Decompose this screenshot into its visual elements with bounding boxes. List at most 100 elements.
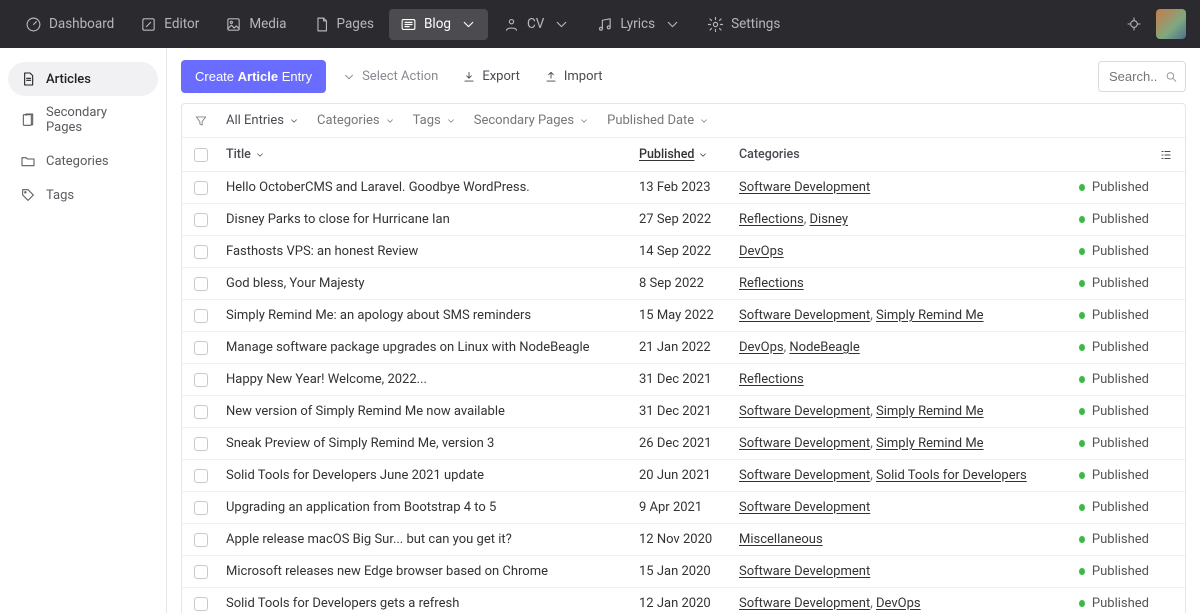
folder-icon — [20, 153, 36, 169]
table-row[interactable]: Disney Parks to close for Hurricane Ian2… — [182, 204, 1185, 236]
category-link[interactable]: DevOps — [739, 244, 784, 259]
filter-published-date[interactable]: Published Date — [607, 113, 709, 128]
select-all-checkbox[interactable] — [194, 148, 208, 162]
row-title[interactable]: Solid Tools for Developers June 2021 upd… — [218, 468, 639, 483]
row-checkbox[interactable] — [194, 181, 208, 195]
table-row[interactable]: Solid Tools for Developers gets a refres… — [182, 588, 1185, 613]
row-checkbox[interactable] — [194, 565, 208, 579]
sidebar-item-categories[interactable]: Categories — [8, 144, 158, 178]
table-row[interactable]: Fasthosts VPS: an honest Review14 Sep 20… — [182, 236, 1185, 268]
category-link[interactable]: NodeBeagle — [789, 340, 859, 355]
table-row[interactable]: Solid Tools for Developers June 2021 upd… — [182, 460, 1185, 492]
list-settings-icon[interactable] — [1159, 148, 1173, 162]
category-link[interactable]: Simply Remind Me — [876, 404, 984, 419]
category-link[interactable]: Simply Remind Me — [876, 436, 984, 451]
category-link[interactable]: Miscellaneous — [739, 532, 823, 547]
category-link[interactable]: Software Development — [739, 596, 870, 611]
row-checkbox[interactable] — [194, 245, 208, 259]
row-checkbox[interactable] — [194, 213, 208, 227]
row-checkbox[interactable] — [194, 405, 208, 419]
sidebar-label: Categories — [46, 154, 109, 169]
table-row[interactable]: Happy New Year! Welcome, 2022...31 Dec 2… — [182, 364, 1185, 396]
row-checkbox[interactable] — [194, 597, 208, 611]
row-title[interactable]: Disney Parks to close for Hurricane Ian — [218, 212, 639, 227]
row-title[interactable]: Happy New Year! Welcome, 2022... — [218, 372, 639, 387]
row-checkbox[interactable] — [194, 501, 208, 515]
table-row[interactable]: Microsoft releases new Edge browser base… — [182, 556, 1185, 588]
row-title[interactable]: Sneak Preview of Simply Remind Me, versi… — [218, 436, 639, 451]
chevron-down-icon — [553, 16, 570, 33]
header-title[interactable]: Title — [218, 147, 639, 162]
category-link[interactable]: DevOps — [876, 596, 921, 611]
table-row[interactable]: Hello OctoberCMS and Laravel. Goodbye Wo… — [182, 172, 1185, 204]
select-action-dropdown[interactable]: Select Action — [334, 63, 446, 90]
category-link[interactable]: DevOps — [739, 340, 784, 355]
row-title[interactable]: Solid Tools for Developers gets a refres… — [218, 596, 639, 611]
row-title[interactable]: Hello OctoberCMS and Laravel. Goodbye Wo… — [218, 180, 639, 195]
table-row[interactable]: New version of Simply Remind Me now avai… — [182, 396, 1185, 428]
category-link[interactable]: Reflections — [739, 212, 804, 227]
category-link[interactable]: Simply Remind Me — [876, 308, 984, 323]
nav-blog[interactable]: Blog — [389, 9, 488, 40]
nav-pages[interactable]: Pages — [302, 9, 386, 40]
export-button[interactable]: Export — [454, 63, 528, 90]
row-title[interactable]: Fasthosts VPS: an honest Review — [218, 244, 639, 259]
category-link[interactable]: Software Development — [739, 180, 870, 195]
header-published[interactable]: Published — [639, 147, 739, 162]
category-link[interactable]: Software Development — [739, 436, 870, 451]
gauge-icon — [25, 16, 42, 33]
nav-cv[interactable]: CV — [492, 9, 581, 40]
nav-media[interactable]: Media — [214, 9, 297, 40]
table-row[interactable]: Manage software package upgrades on Linu… — [182, 332, 1185, 364]
row-categories: Software Development, Simply Remind Me — [739, 436, 1079, 451]
nav-lyrics[interactable]: Lyrics — [585, 9, 692, 40]
category-link[interactable]: Disney — [810, 212, 849, 227]
import-button[interactable]: Import — [536, 63, 611, 90]
category-link[interactable]: Software Development — [739, 308, 870, 323]
row-title[interactable]: Upgrading an application from Bootstrap … — [218, 500, 639, 515]
category-link[interactable]: Reflections — [739, 276, 804, 291]
table-row[interactable]: Apple release macOS Big Sur... but can y… — [182, 524, 1185, 556]
filter-icon[interactable] — [194, 114, 208, 128]
table-row[interactable]: God bless, Your Majesty8 Sep 2022Reflect… — [182, 268, 1185, 300]
row-title[interactable]: Apple release macOS Big Sur... but can y… — [218, 532, 639, 547]
category-link[interactable]: Solid Tools for Developers — [876, 468, 1027, 483]
sidebar-item-tags[interactable]: Tags — [8, 178, 158, 212]
row-checkbox[interactable] — [194, 309, 208, 323]
gear-icon — [707, 16, 724, 33]
filter-categories[interactable]: Categories — [317, 113, 395, 128]
nav-dashboard[interactable]: Dashboard — [14, 9, 125, 40]
nav-settings[interactable]: Settings — [696, 9, 791, 40]
row-title[interactable]: God bless, Your Majesty — [218, 276, 639, 291]
table-row[interactable]: Simply Remind Me: an apology about SMS r… — [182, 300, 1185, 332]
category-link[interactable]: Reflections — [739, 372, 804, 387]
category-link[interactable]: Software Development — [739, 564, 870, 579]
filter-tags[interactable]: Tags — [413, 113, 456, 128]
sidebar-item-articles[interactable]: Articles — [8, 62, 158, 96]
table-row[interactable]: Upgrading an application from Bootstrap … — [182, 492, 1185, 524]
category-link[interactable]: Software Development — [739, 468, 870, 483]
sidebar-item-secondary-pages[interactable]: Secondary Pages — [8, 96, 158, 144]
category-link[interactable]: Software Development — [739, 404, 870, 419]
row-checkbox[interactable] — [194, 437, 208, 451]
row-status: Published — [1079, 244, 1149, 259]
row-checkbox[interactable] — [194, 469, 208, 483]
table-row[interactable]: Sneak Preview of Simply Remind Me, versi… — [182, 428, 1185, 460]
create-article-button[interactable]: Create Article Entry — [181, 60, 326, 93]
row-categories: Software Development, Simply Remind Me — [739, 308, 1079, 323]
nav-label: Dashboard — [49, 16, 114, 32]
row-title[interactable]: New version of Simply Remind Me now avai… — [218, 404, 639, 419]
row-title[interactable]: Manage software package upgrades on Linu… — [218, 340, 639, 355]
nav-editor[interactable]: Editor — [129, 9, 210, 40]
row-checkbox[interactable] — [194, 341, 208, 355]
row-checkbox[interactable] — [194, 533, 208, 547]
row-checkbox[interactable] — [194, 373, 208, 387]
row-title[interactable]: Microsoft releases new Edge browser base… — [218, 564, 639, 579]
filter-secondary-pages[interactable]: Secondary Pages — [474, 113, 589, 128]
category-link[interactable]: Software Development — [739, 500, 870, 515]
filter-all-entries[interactable]: All Entries — [226, 113, 299, 128]
target-icon[interactable] — [1126, 16, 1142, 32]
row-title[interactable]: Simply Remind Me: an apology about SMS r… — [218, 308, 639, 323]
avatar[interactable] — [1156, 9, 1186, 39]
row-checkbox[interactable] — [194, 277, 208, 291]
